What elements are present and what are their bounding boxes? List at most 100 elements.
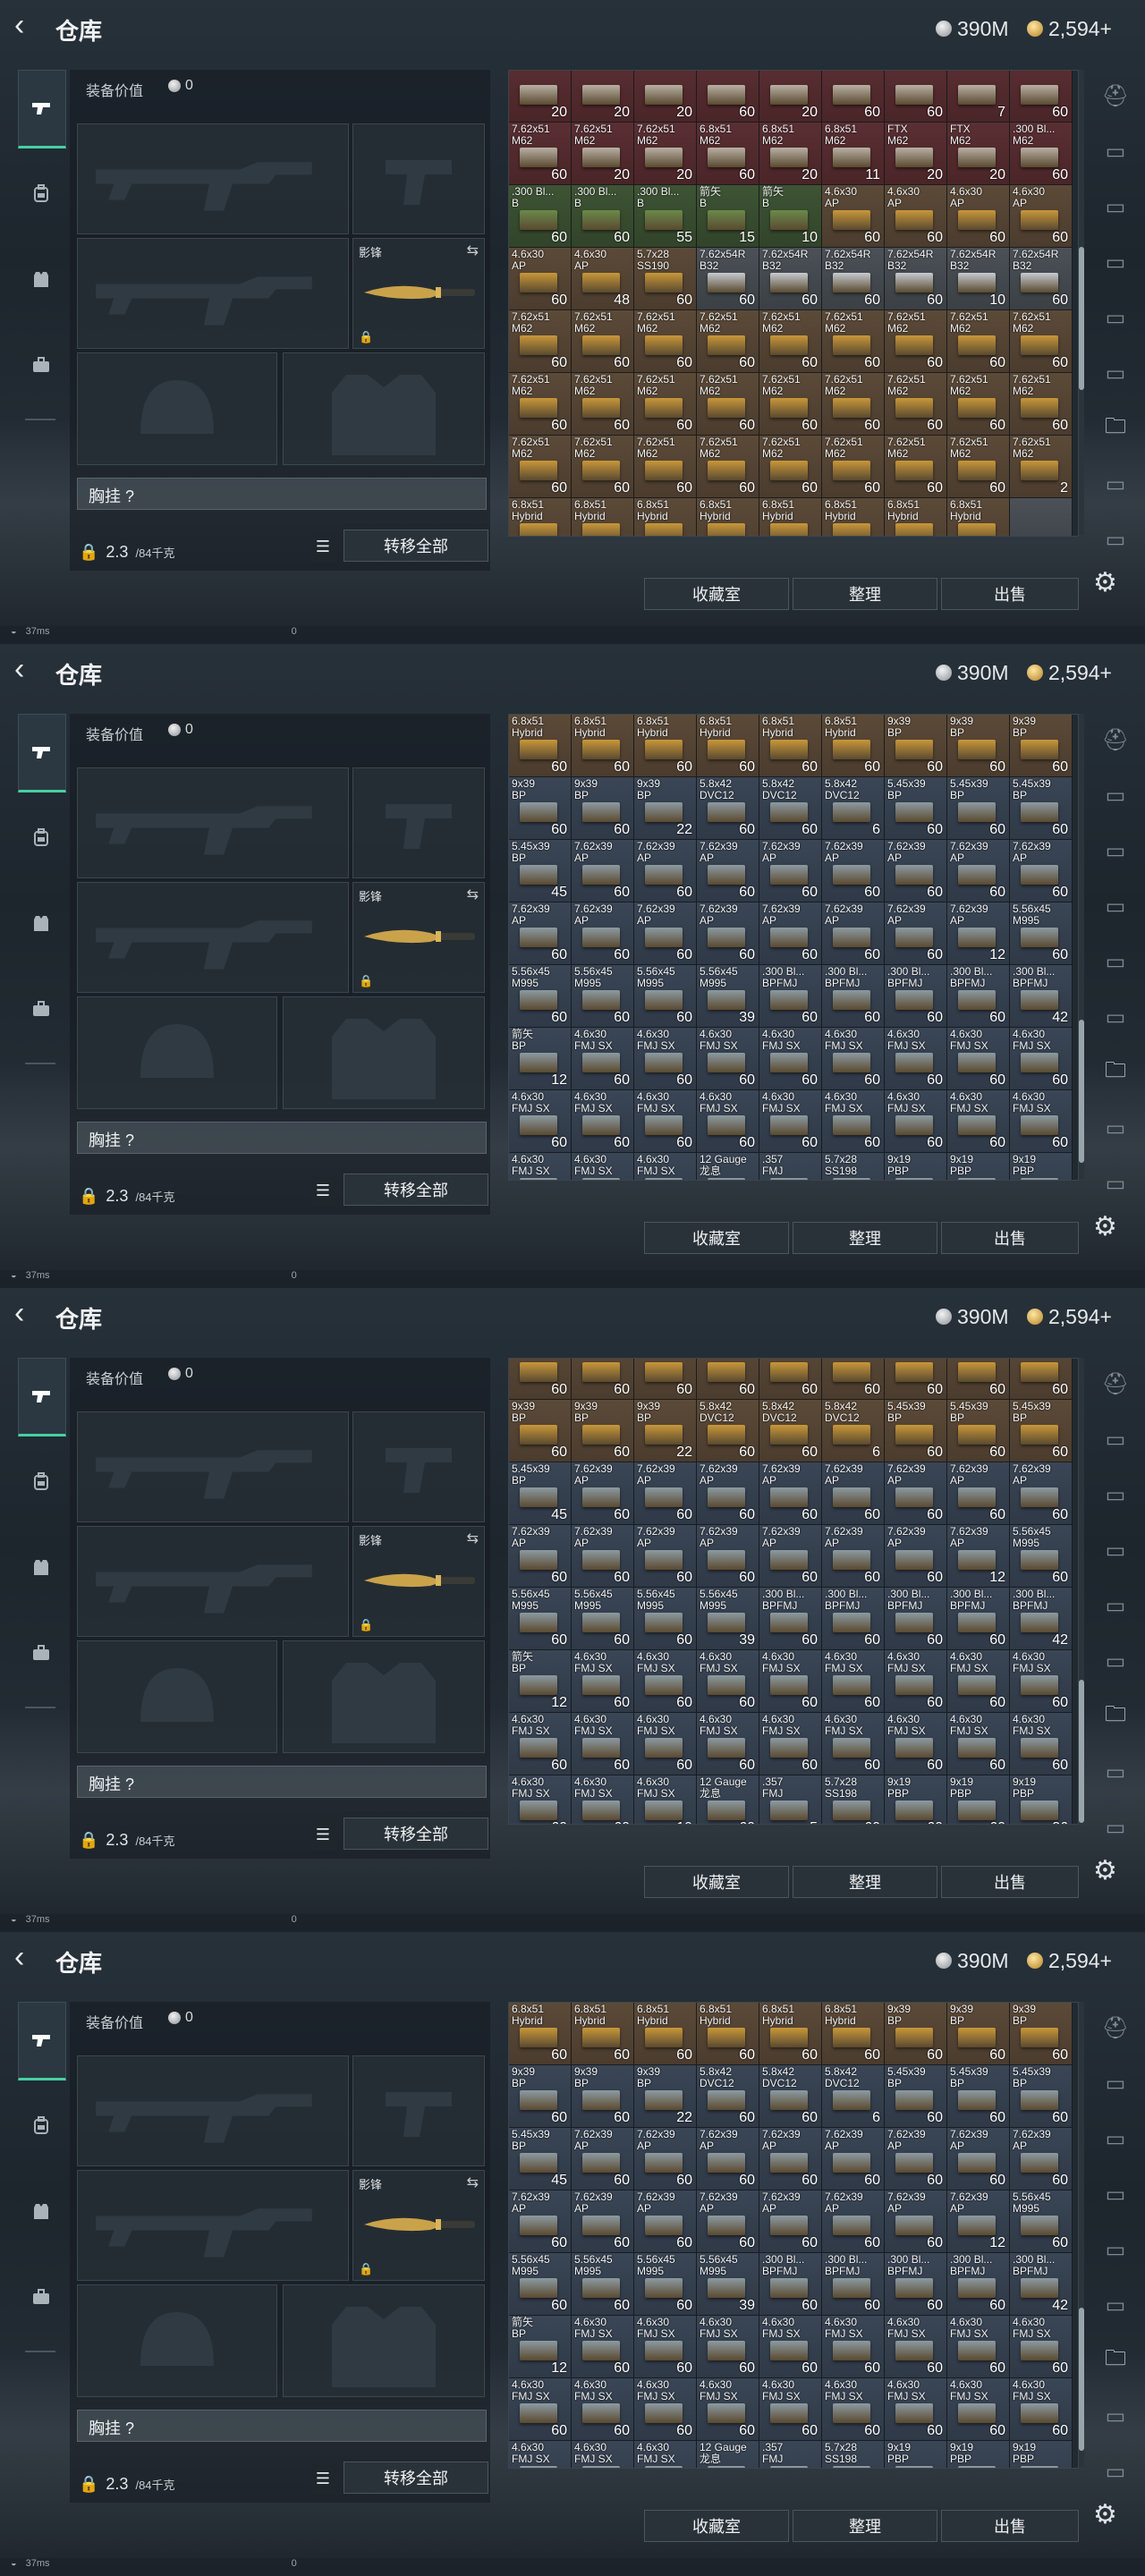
ammo-cell[interactable]: 5.7x28 SS190 60 bbox=[634, 248, 697, 310]
ammo-cell[interactable]: 7.62x51 M62 60 bbox=[697, 310, 759, 373]
ammo-cell[interactable]: 4.6x30 FMJ SX60 bbox=[697, 1650, 759, 1713]
armor-slot[interactable] bbox=[283, 2284, 485, 2397]
ammo-cell[interactable]: 5.45x39 BP 45 bbox=[509, 2128, 572, 2190]
ammo-cell[interactable]: .300 Bl... BPFMJ 60 bbox=[947, 965, 1010, 1028]
primary-weapon-slot[interactable] bbox=[77, 123, 349, 234]
settings-gear-icon[interactable]: ⚙ bbox=[1093, 567, 1117, 598]
ammo-tab-icon[interactable]: ▭ bbox=[1093, 1528, 1138, 1572]
transfer-all-button[interactable]: 转移全部 bbox=[344, 1174, 488, 1206]
ammo-cell[interactable]: .300 Bl... B 55 bbox=[634, 185, 697, 248]
ammo-cell[interactable]: 4.6x30 FMJ SX60 bbox=[572, 1028, 634, 1090]
ammo-tab-icon[interactable]: ▭ bbox=[1093, 462, 1138, 506]
ammo-cell[interactable]: 7.62x51 M62 60 bbox=[759, 436, 822, 498]
ammo-cell[interactable]: 7.62x39 AP 60 bbox=[759, 2128, 822, 2190]
ammo-cell[interactable]: FTX M62 20 bbox=[885, 123, 947, 185]
chest-rig-slot[interactable]: 胸挂 ? bbox=[77, 1766, 487, 1798]
ammo-cell[interactable]: 7.62x39 AP 60 bbox=[697, 1462, 759, 1525]
ammo-cell[interactable]: 5.45x39 BP 60 bbox=[1010, 1400, 1073, 1462]
ammo-cell[interactable]: 6.8x51 Hybrid60 bbox=[697, 498, 759, 536]
secondary-weapon-slot[interactable] bbox=[352, 2055, 485, 2166]
list-icon[interactable]: ☰ bbox=[310, 2463, 336, 2494]
ammo-cell[interactable]: 5.45x39 BP 60 bbox=[947, 777, 1010, 840]
ammo-cell[interactable]: 4.6x30 FMJ SX60 bbox=[697, 1028, 759, 1090]
ammo-cell[interactable]: 7.62x51 M62 2 bbox=[1010, 436, 1073, 498]
armor-slot[interactable] bbox=[283, 996, 485, 1109]
ammo-cell[interactable]: 60 bbox=[947, 1359, 1010, 1400]
ammo-cell[interactable]: 5.8x42 DVC12 60 bbox=[759, 2065, 822, 2128]
ammo-cell[interactable]: 9x19 PBP60 bbox=[885, 1153, 947, 1180]
chest-rig-slot[interactable]: 胸挂 ? bbox=[77, 2410, 487, 2442]
back-chevron-icon[interactable]: ‹ bbox=[14, 1298, 41, 1328]
ammo-cell[interactable]: 6.8x51 Hybrid60 bbox=[572, 498, 634, 536]
ammo-tab-icon[interactable]: ▭ bbox=[1093, 2172, 1138, 2216]
ammo-cell[interactable]: 7.62x39 AP 60 bbox=[822, 1462, 885, 1525]
ammo-cell[interactable]: 4.6x30 FMJ SX60 bbox=[947, 1650, 1010, 1713]
ammo-cell[interactable]: 7.62x39 AP 60 bbox=[1010, 2128, 1073, 2190]
swap-icon[interactable]: ⇆ bbox=[467, 1530, 479, 1547]
ammo-tab-icon[interactable]: ▭ bbox=[1093, 2449, 1138, 2494]
grid-scrollbar[interactable] bbox=[1079, 2002, 1084, 2467]
ammo-cell[interactable]: 4.6x30 FMJ SX60 bbox=[1010, 2378, 1073, 2441]
nav-vest-icon[interactable] bbox=[18, 886, 64, 961]
ammo-cell[interactable]: 9x39 BP 60 bbox=[1010, 2003, 1073, 2065]
ammo-cell[interactable]: 60 bbox=[697, 71, 759, 123]
ammo-cell[interactable]: 6.8x51 Hybrid60 bbox=[822, 498, 885, 536]
ammo-cell[interactable]: 7.62x51 M62 60 bbox=[572, 436, 634, 498]
ammo-cell[interactable]: 6.8x51 Hybrid60 bbox=[572, 715, 634, 777]
ammo-cell[interactable]: 4.6x30 FMJ SX60 bbox=[759, 1028, 822, 1090]
ammo-cell[interactable]: .300 Bl... BPFMJ 60 bbox=[947, 1588, 1010, 1650]
ammo-cell[interactable]: 4.6x30 FMJ SX60 bbox=[697, 1713, 759, 1775]
ammo-cell[interactable]: .300 Bl... BPFMJ 60 bbox=[822, 965, 885, 1028]
ammo-cell[interactable]: 7.62x39 AP 60 bbox=[509, 902, 572, 965]
rifle-slot[interactable] bbox=[77, 882, 349, 993]
sort-button[interactable]: 整理 bbox=[793, 2510, 937, 2542]
ammo-cell[interactable]: 5.45x39 BP 45 bbox=[509, 840, 572, 902]
ammo-cell[interactable]: .357 FMJ5 bbox=[759, 1153, 822, 1180]
ammo-cell[interactable]: 9x19 PBP60 bbox=[885, 1775, 947, 1824]
nav-briefcase-icon[interactable] bbox=[18, 2259, 64, 2334]
ammo-cell[interactable]: 7.62x51 M62 60 bbox=[947, 373, 1010, 436]
sort-button[interactable]: 整理 bbox=[793, 578, 937, 610]
ammo-cell[interactable]: 7.62x51 M62 60 bbox=[1010, 373, 1073, 436]
ammo-tab-icon[interactable]: ▭ bbox=[1093, 1472, 1138, 1517]
transfer-all-button[interactable]: 转移全部 bbox=[344, 530, 488, 562]
ammo-cell[interactable]: 7.62x39 AP 60 bbox=[634, 1462, 697, 1525]
scroll-thumb[interactable] bbox=[1079, 1680, 1084, 1823]
grid-scrollbar[interactable] bbox=[1079, 1358, 1084, 1823]
ammo-cell[interactable]: 4.6x30 FMJ SX60 bbox=[634, 2316, 697, 2378]
ammo-cell[interactable]: 7.62x39 AP 60 bbox=[572, 1462, 634, 1525]
transfer-all-button[interactable]: 转移全部 bbox=[344, 2462, 488, 2494]
ammo-cell[interactable]: 7.62x51 M62 60 bbox=[572, 310, 634, 373]
ammo-cell[interactable]: 60 bbox=[822, 71, 885, 123]
ammo-cell[interactable]: 4.6x30 FMJ SX60 bbox=[572, 1153, 634, 1180]
ammo-cell[interactable]: 9x39 BP 60 bbox=[509, 777, 572, 840]
ammo-cell[interactable]: 4.6x30 FMJ SX60 bbox=[509, 1775, 572, 1824]
ammo-cell[interactable]: 4.6x30 FMJ SX60 bbox=[697, 2316, 759, 2378]
ammo-cell[interactable]: 箭矢 B 10 bbox=[759, 185, 822, 248]
swap-icon[interactable]: ⇆ bbox=[467, 2174, 479, 2191]
nav-pistol-icon[interactable] bbox=[18, 1358, 66, 1436]
ammo-cell[interactable]: 7.62x51 M62 60 bbox=[822, 373, 885, 436]
ammo-cell[interactable]: 5.56x45 M995 60 bbox=[634, 1588, 697, 1650]
ammo-cell[interactable]: 4.6x30 FMJ SX60 bbox=[1010, 1028, 1073, 1090]
ammo-cell[interactable]: 4.6x30 FMJ SX60 bbox=[572, 1090, 634, 1153]
rifle-slot[interactable] bbox=[77, 2170, 349, 2281]
ammo-cell[interactable]: 7.62x51 M62 60 bbox=[822, 436, 885, 498]
ammo-cell[interactable]: 7.62x39 AP 60 bbox=[1010, 1462, 1073, 1525]
ammo-cell[interactable]: 6.8x51 Hybrid60 bbox=[509, 715, 572, 777]
ammo-cell[interactable]: 7.62x51 M62 60 bbox=[759, 310, 822, 373]
ammo-cell[interactable]: .300 Bl... BPFMJ 60 bbox=[947, 2253, 1010, 2316]
ammo-cell[interactable]: 7.62x51 M62 20 bbox=[634, 123, 697, 185]
sort-button[interactable]: 整理 bbox=[793, 1866, 937, 1898]
nav-pistol-icon[interactable] bbox=[18, 714, 66, 792]
ammo-cell[interactable]: 5.45x39 BP 60 bbox=[885, 777, 947, 840]
nav-backpack-icon[interactable] bbox=[18, 2088, 64, 2163]
ammo-cell[interactable]: 9x39 BP 60 bbox=[1010, 715, 1073, 777]
ammo-cell[interactable]: 4.6x30 FMJ SX60 bbox=[947, 1028, 1010, 1090]
ammo-cell[interactable]: 60 bbox=[1010, 1359, 1073, 1400]
primary-weapon-slot[interactable] bbox=[77, 767, 349, 878]
ammo-cell[interactable]: 5.45x39 BP 60 bbox=[947, 2065, 1010, 2128]
ammo-cell[interactable]: 6.8x51 Hybrid60 bbox=[634, 498, 697, 536]
melee-slot[interactable]: 影锋 ⇆ 🔒 bbox=[352, 882, 485, 993]
ammo-cell[interactable]: 4.6x30 AP 60 bbox=[509, 248, 572, 310]
